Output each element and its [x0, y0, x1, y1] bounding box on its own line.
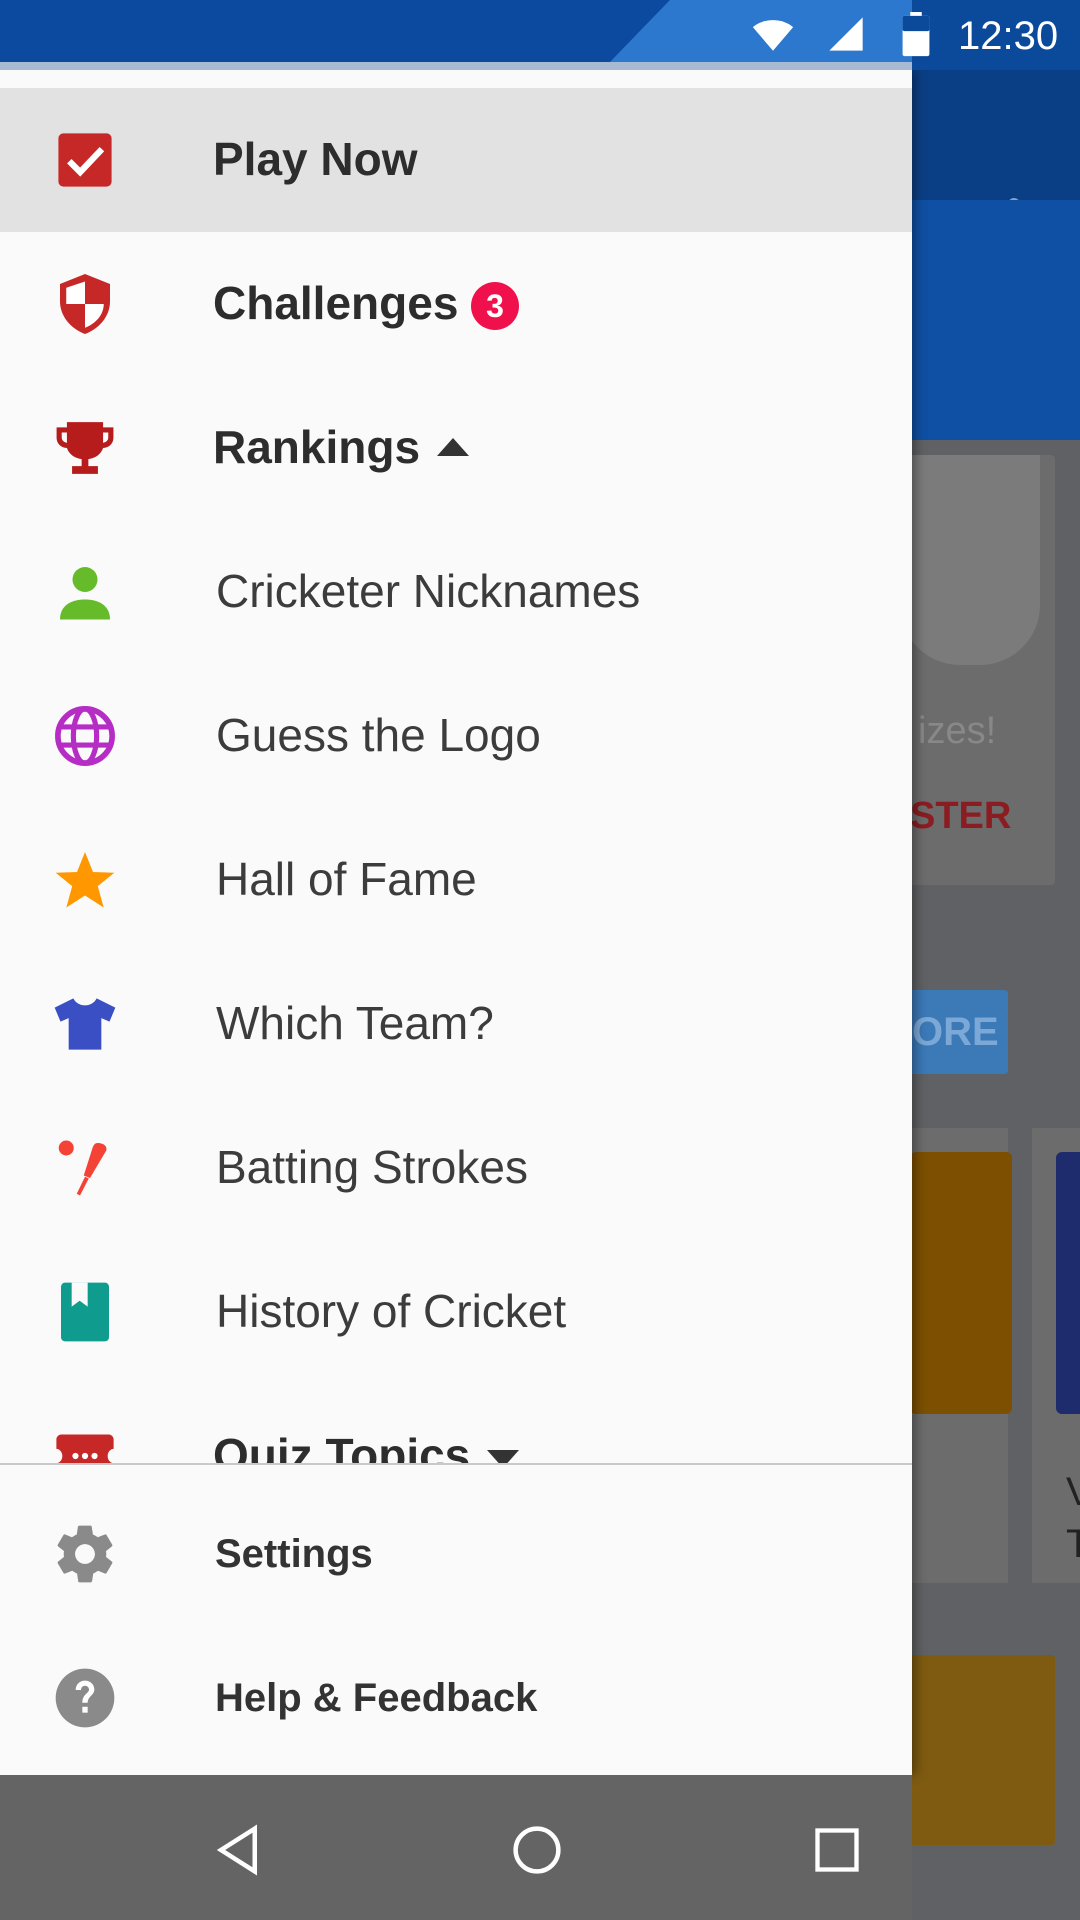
drawer-item-which-team[interactable]: Which Team? [0, 952, 912, 1096]
background-tile-text-line: V [1066, 1470, 1080, 1514]
drawer-item-label: Settings [215, 1532, 373, 1576]
background-button-label: ORE [912, 1010, 999, 1054]
drawer-item-label: Quiz Topics [213, 1429, 471, 1463]
drawer-item-play-now[interactable]: Play Now [0, 88, 912, 232]
recents-button[interactable] [802, 1815, 872, 1885]
help-icon [50, 1663, 120, 1733]
drawer-item-cricketer-nicknames[interactable]: Cricketer Nicknames [0, 520, 912, 664]
background-button: ORE [900, 990, 1008, 1074]
jersey-icon [50, 989, 120, 1059]
drawer-item-label: Batting Strokes [216, 1141, 528, 1193]
signal-icon [829, 17, 863, 51]
background-card-text: izes! [918, 710, 997, 752]
drawer-item-label: Which Team? [216, 997, 494, 1049]
status-time: 12:30 [958, 14, 1059, 58]
battery-icon [902, 12, 930, 57]
trophy-icon [50, 413, 120, 483]
drawer-item-quiz-topics[interactable]: Quiz Topics [0, 1384, 912, 1463]
star-icon [50, 845, 120, 915]
drawer-item-label: Challenges [213, 277, 459, 329]
drawer-item-label: Help & Feedback [215, 1676, 538, 1720]
drawer-menu-list[interactable]: Play Now Challenges 3 Rankings Cricketer… [0, 88, 912, 1463]
drawer-item-hall-of-fame[interactable]: Hall of Fame [0, 808, 912, 952]
background-tile: V T [1032, 1128, 1080, 1583]
drawer-item-label: Guess the Logo [216, 709, 541, 761]
system-navigation-bar [0, 1775, 912, 1920]
drawer-item-label: Play Now [213, 133, 418, 185]
background-tile-image [910, 1152, 1012, 1414]
background-card-cta: STER [910, 795, 1012, 837]
drawer-item-guess-the-logo[interactable]: Guess the Logo [0, 664, 912, 808]
back-icon [216, 1824, 257, 1876]
cricket-bat-icon [50, 1133, 120, 1203]
home-button[interactable] [502, 1815, 572, 1885]
drawer-item-label: Cricketer Nicknames [216, 565, 641, 617]
gear-icon [50, 1519, 120, 1589]
globe-icon [50, 701, 120, 771]
drawer-divider [0, 1463, 912, 1465]
drawer-item-label: History of Cricket [216, 1285, 567, 1337]
caret-up-icon[interactable] [437, 438, 469, 456]
book-icon [50, 1277, 120, 1347]
drawer-item-rankings[interactable]: Rankings [0, 376, 912, 520]
drawer-item-label: Hall of Fame [216, 853, 477, 905]
drawer-item-settings[interactable]: Settings [0, 1482, 912, 1626]
caret-down-icon[interactable] [487, 1450, 519, 1463]
shield-icon [50, 269, 120, 339]
drawer-item-history-of-cricket[interactable]: History of Cricket [0, 1240, 912, 1384]
wifi-icon [752, 20, 794, 51]
batsman-image [900, 455, 1040, 665]
navigation-drawer: Play Now Challenges 3 Rankings Cricketer… [0, 70, 912, 1775]
status-bar: 12:30 [0, 0, 1080, 70]
person-icon [50, 557, 120, 627]
drawer-item-batting-strokes[interactable]: Batting Strokes [0, 1096, 912, 1240]
background-tile-image [1056, 1152, 1080, 1414]
checkbox-icon [50, 125, 120, 195]
back-button[interactable] [204, 1815, 274, 1885]
background-tile-text-line: T [1066, 1522, 1080, 1566]
drawer-item-label: Rankings [213, 421, 421, 473]
background-tile-text: V T [1066, 1466, 1080, 1570]
ticket-icon [50, 1421, 120, 1463]
recents-icon [815, 1828, 859, 1872]
home-icon [513, 1826, 561, 1874]
drawer-item-challenges[interactable]: Challenges 3 [0, 232, 912, 376]
notification-badge: 3 [471, 282, 519, 330]
drawer-item-help-feedback[interactable]: Help & Feedback [0, 1626, 912, 1770]
